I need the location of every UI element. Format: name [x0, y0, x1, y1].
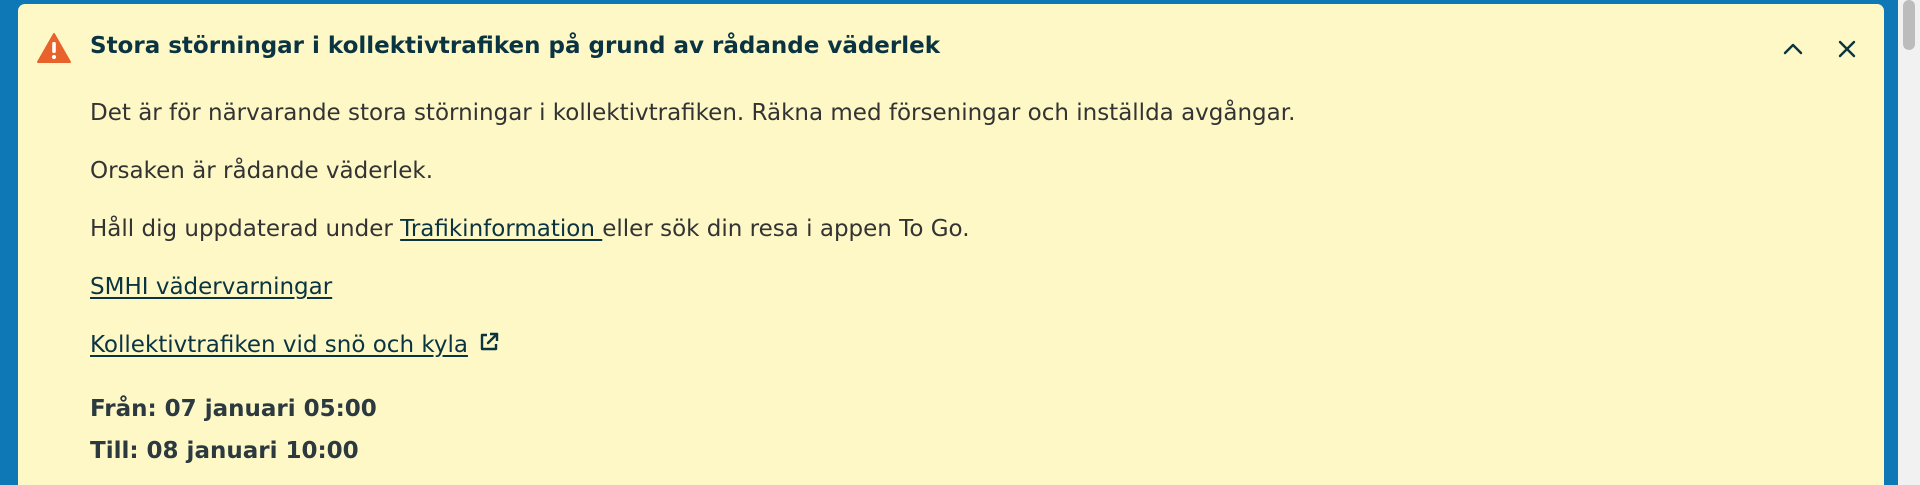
alert-cause: Orsaken är rådande väderlek. — [90, 158, 434, 184]
smhi-link-row: SMHI vädervarningar — [90, 274, 332, 300]
traffic-information-link[interactable]: Trafikinformation — [400, 216, 602, 242]
scrollbar-thumb[interactable] — [1903, 0, 1915, 50]
page-scrollbar[interactable] — [1898, 0, 1920, 485]
update-info-suffix: eller sök din resa i appen To Go. — [602, 216, 970, 242]
valid-to: Till: 08 januari 10:00 — [90, 438, 359, 464]
page: Stora störningar i kollektivtrafiken på … — [0, 0, 1920, 485]
close-icon — [1837, 39, 1857, 59]
disruption-alert: Stora störningar i kollektivtrafiken på … — [18, 4, 1884, 485]
snow-and-cold-link[interactable]: Kollektivtrafiken vid snö och kyla — [90, 332, 468, 358]
chevron-up-icon — [1783, 42, 1803, 56]
close-button[interactable] — [1829, 31, 1865, 67]
alert-update-info: Håll dig uppdaterad under Trafikinformat… — [90, 216, 970, 242]
update-info-prefix: Håll dig uppdaterad under — [90, 216, 401, 242]
valid-from: Från: 07 januari 05:00 — [90, 396, 377, 422]
alert-description: Det är för närvarande stora störningar i… — [90, 100, 1296, 126]
external-link-icon[interactable] — [478, 331, 500, 359]
alert-title: Stora störningar i kollektivtrafiken på … — [90, 33, 941, 59]
smhi-weather-warnings-link[interactable]: SMHI vädervarningar — [90, 274, 332, 300]
snow-cold-link-row: Kollektivtrafiken vid snö och kyla — [90, 331, 500, 359]
warning-triangle-icon — [36, 32, 72, 64]
collapse-button[interactable] — [1775, 31, 1811, 67]
